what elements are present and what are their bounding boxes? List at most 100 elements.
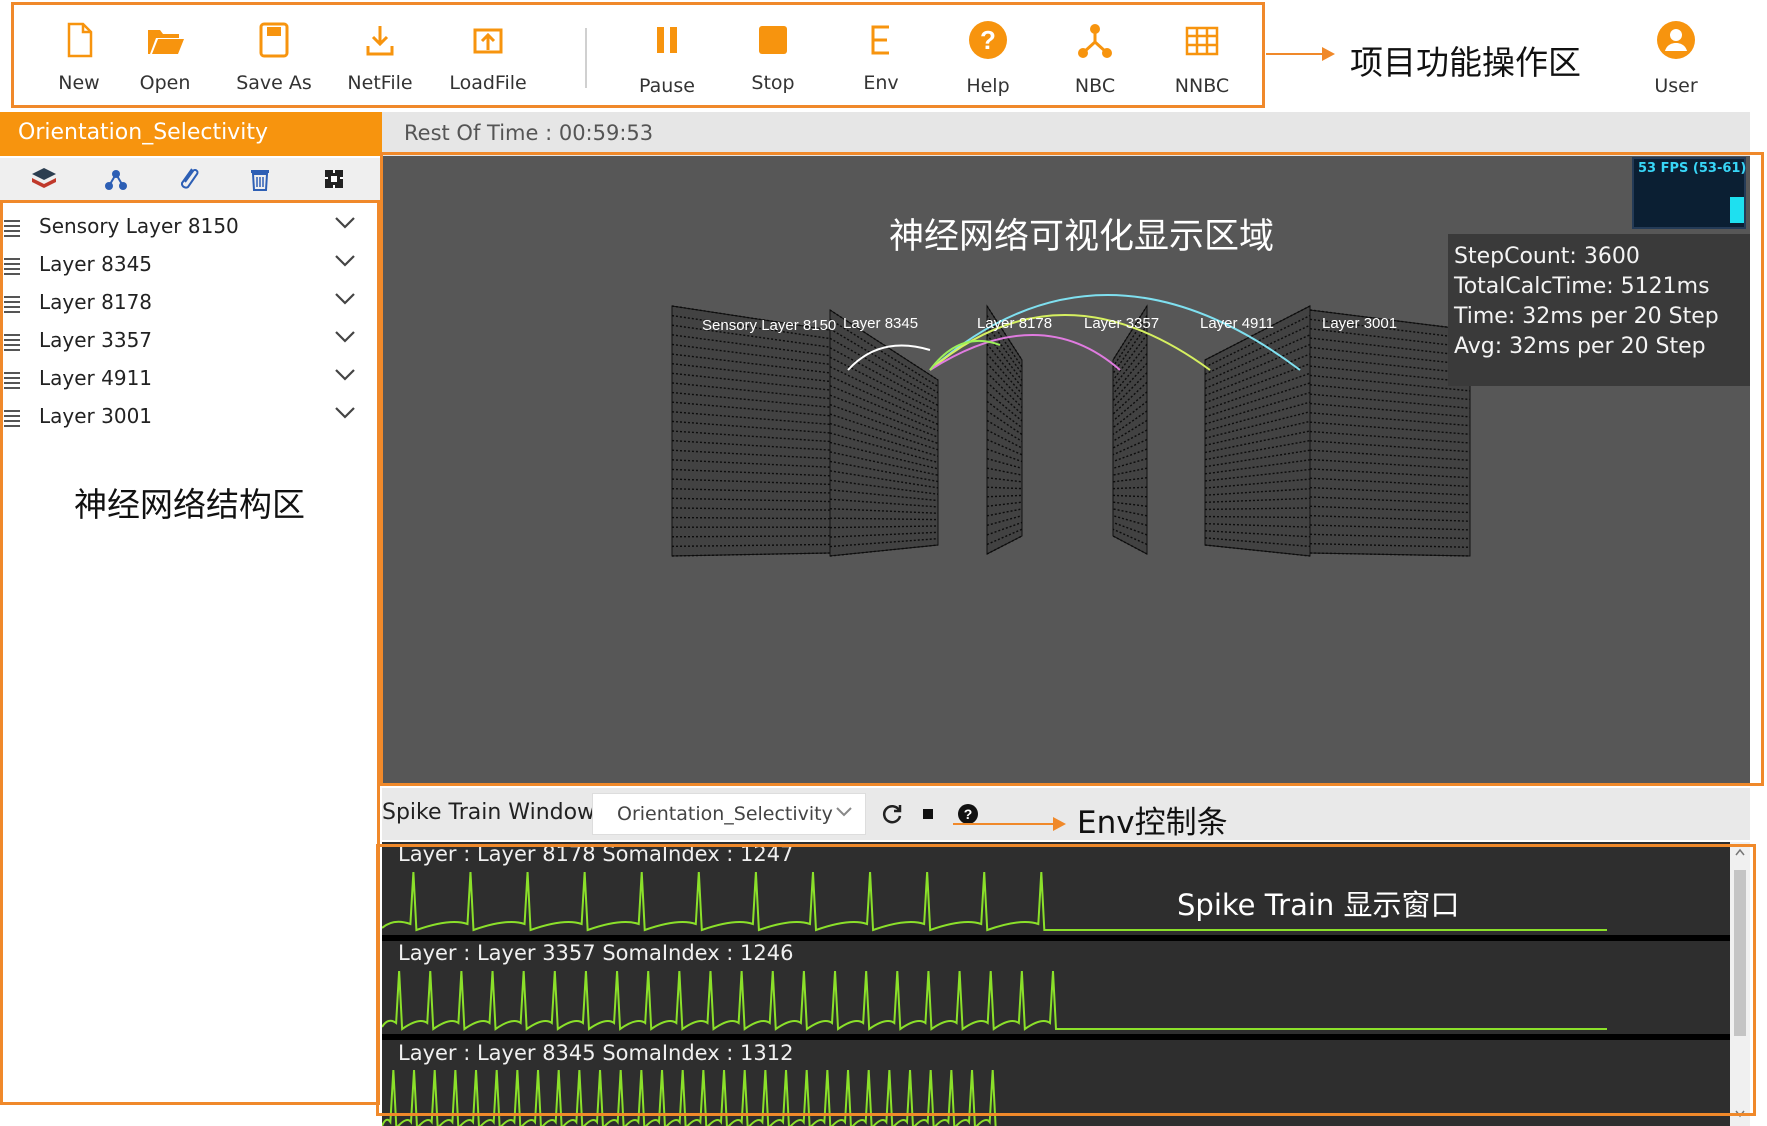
pause-button[interactable]: Pause	[617, 18, 717, 100]
nbc-button[interactable]: NBC	[1045, 18, 1145, 100]
nnbc-button[interactable]: NNBC	[1152, 18, 1252, 100]
layer-item-label: Layer 8345	[39, 252, 153, 276]
trace-separator	[382, 1034, 1730, 1040]
layer-item-4911[interactable]: Layer 4911	[0, 358, 382, 396]
spike-trace-3	[382, 1069, 997, 1126]
layer-panel-4[interactable]	[1112, 304, 1148, 555]
drag-handle-icon[interactable]	[4, 258, 20, 278]
env-control-bar: Spike Train Window Orientation_Selectivi…	[382, 788, 1750, 840]
layer-panel-5[interactable]	[1204, 305, 1311, 557]
spike-train-window[interactable]: Layer : Layer 8178 SomaIndex : 1247 Laye…	[382, 842, 1730, 1126]
fps-meter: 53 FPS (53-61)	[1632, 157, 1746, 229]
stat-time-per-step: Time: 32ms per 20 Step	[1454, 304, 1719, 329]
stop-button[interactable]: Stop	[723, 18, 823, 100]
chevron-down-icon[interactable]	[334, 216, 356, 230]
fps-label: 53 FPS (53-61)	[1638, 161, 1747, 176]
open-button[interactable]: Open	[115, 18, 215, 100]
layer-item-8345[interactable]: Layer 8345	[0, 244, 382, 282]
structure-zone-annotation: 神经网络结构区	[74, 485, 305, 524]
layer-item-label: Layer 3357	[39, 328, 153, 352]
grid-icon	[1185, 26, 1219, 56]
layer-item-3357[interactable]: Layer 3357	[0, 320, 382, 358]
upload-icon	[473, 28, 503, 54]
rest-of-time: Rest Of Time : 00:59:53	[382, 112, 1750, 156]
drag-handle-icon[interactable]	[4, 220, 20, 240]
save-icon	[259, 22, 289, 58]
save-as-button[interactable]: Save As	[224, 18, 324, 100]
stop-square-icon	[923, 809, 933, 819]
stat-total-calc-time: TotalCalcTime: 5121ms	[1454, 274, 1710, 299]
connect-icon[interactable]	[102, 166, 130, 192]
scroll-up-icon[interactable]	[1735, 848, 1745, 856]
layer-panel-6[interactable]	[1309, 309, 1471, 557]
scene-layer-label: Layer 4911	[1200, 315, 1274, 332]
scene-layer-label: Layer 8345	[843, 315, 918, 332]
chevron-down-icon[interactable]	[334, 406, 356, 420]
drag-handle-icon[interactable]	[4, 296, 20, 316]
layer-item-8178[interactable]: Layer 8178	[0, 282, 382, 320]
help-button[interactable]: ? Help	[938, 18, 1038, 100]
refresh-icon	[882, 805, 902, 824]
chevron-down-icon	[836, 807, 852, 817]
spike-train-window-title: Spike Train Window	[382, 800, 596, 825]
user-button[interactable]: User	[1626, 18, 1726, 100]
scene-layer-label: Layer 3357	[1084, 315, 1159, 332]
env-select-value: Orientation_Selectivity	[617, 803, 833, 825]
netfile-button[interactable]: NetFile	[330, 18, 430, 100]
env-button[interactable]: Env	[831, 18, 931, 100]
trash-icon[interactable]	[246, 166, 274, 192]
drag-handle-icon[interactable]	[4, 410, 20, 430]
layer-panel-1[interactable]	[671, 305, 831, 557]
app-window: New Open Save As NetFile LoadFile Pause …	[0, 0, 1767, 1126]
new-button[interactable]: New	[29, 18, 129, 100]
scene-layer-label: Sensory Layer 8150	[702, 317, 836, 334]
chevron-down-icon[interactable]	[334, 330, 356, 344]
chevron-down-icon[interactable]	[334, 368, 356, 382]
trace-label: Layer : Layer 8345 SomaIndex : 1312	[398, 1041, 794, 1065]
user-icon	[1657, 21, 1695, 59]
fps-bar	[1730, 197, 1744, 223]
loadfile-button[interactable]: LoadFile	[438, 18, 538, 100]
drag-handle-icon[interactable]	[4, 334, 20, 354]
svg-text:?: ?	[964, 806, 973, 822]
sidebar-toolbar	[0, 158, 382, 200]
project-title[interactable]: Orientation_Selectivity	[0, 112, 382, 156]
new-file-icon	[67, 22, 93, 58]
chevron-down-icon[interactable]	[334, 254, 356, 268]
layer-item-label: Layer 8178	[39, 290, 153, 314]
arrow-head	[1322, 47, 1335, 61]
env-bar-annotation: Env控制条	[1077, 805, 1228, 841]
layer-item-sensory-8150[interactable]: Sensory Layer 8150	[0, 206, 382, 244]
layer-item-3001[interactable]: Layer 3001	[0, 396, 382, 434]
stop-env-button[interactable]	[915, 801, 941, 827]
connection-arc-3	[929, 334, 1121, 371]
layer-item-label: Layer 4911	[39, 366, 153, 390]
drag-handle-icon[interactable]	[4, 372, 20, 392]
svg-text:?: ?	[980, 25, 996, 55]
spike-zone-annotation: Spike Train 显示窗口	[1177, 888, 1460, 922]
link-icon[interactable]	[174, 166, 202, 192]
chevron-down-icon[interactable]	[334, 292, 356, 306]
stat-avg: Avg: 32ms per 20 Step	[1454, 334, 1706, 359]
layers-icon[interactable]	[30, 166, 58, 192]
fit-icon[interactable]	[320, 166, 348, 192]
layer-item-label: Sensory Layer 8150	[39, 214, 239, 238]
spike-train-plot	[382, 871, 1730, 1126]
toolbar-separator	[585, 28, 587, 88]
arrow-head	[1053, 817, 1066, 831]
spike-scrollbar[interactable]	[1730, 842, 1750, 1126]
scene-layer-label: Layer 8178	[977, 315, 1052, 332]
toolbar-zone-annotation: 项目功能操作区	[1350, 43, 1581, 82]
layer-item-label: Layer 3001	[39, 404, 153, 428]
scrollbar-thumb[interactable]	[1734, 870, 1746, 1036]
trace-label: Layer : Layer 8178 SomaIndex : 1247	[398, 842, 794, 866]
env-select[interactable]: Orientation_Selectivity	[592, 793, 866, 835]
scene-layer-label: Layer 3001	[1322, 315, 1397, 332]
download-icon	[366, 26, 394, 56]
spike-trace-2	[382, 970, 1607, 1031]
refresh-button[interactable]	[879, 801, 905, 827]
pause-icon	[657, 27, 677, 53]
simulation-stats-panel: StepCount: 3600 TotalCalcTime: 5121ms Ti…	[1448, 234, 1750, 386]
scroll-down-icon[interactable]	[1735, 1110, 1745, 1118]
env-arrow	[953, 823, 1053, 825]
